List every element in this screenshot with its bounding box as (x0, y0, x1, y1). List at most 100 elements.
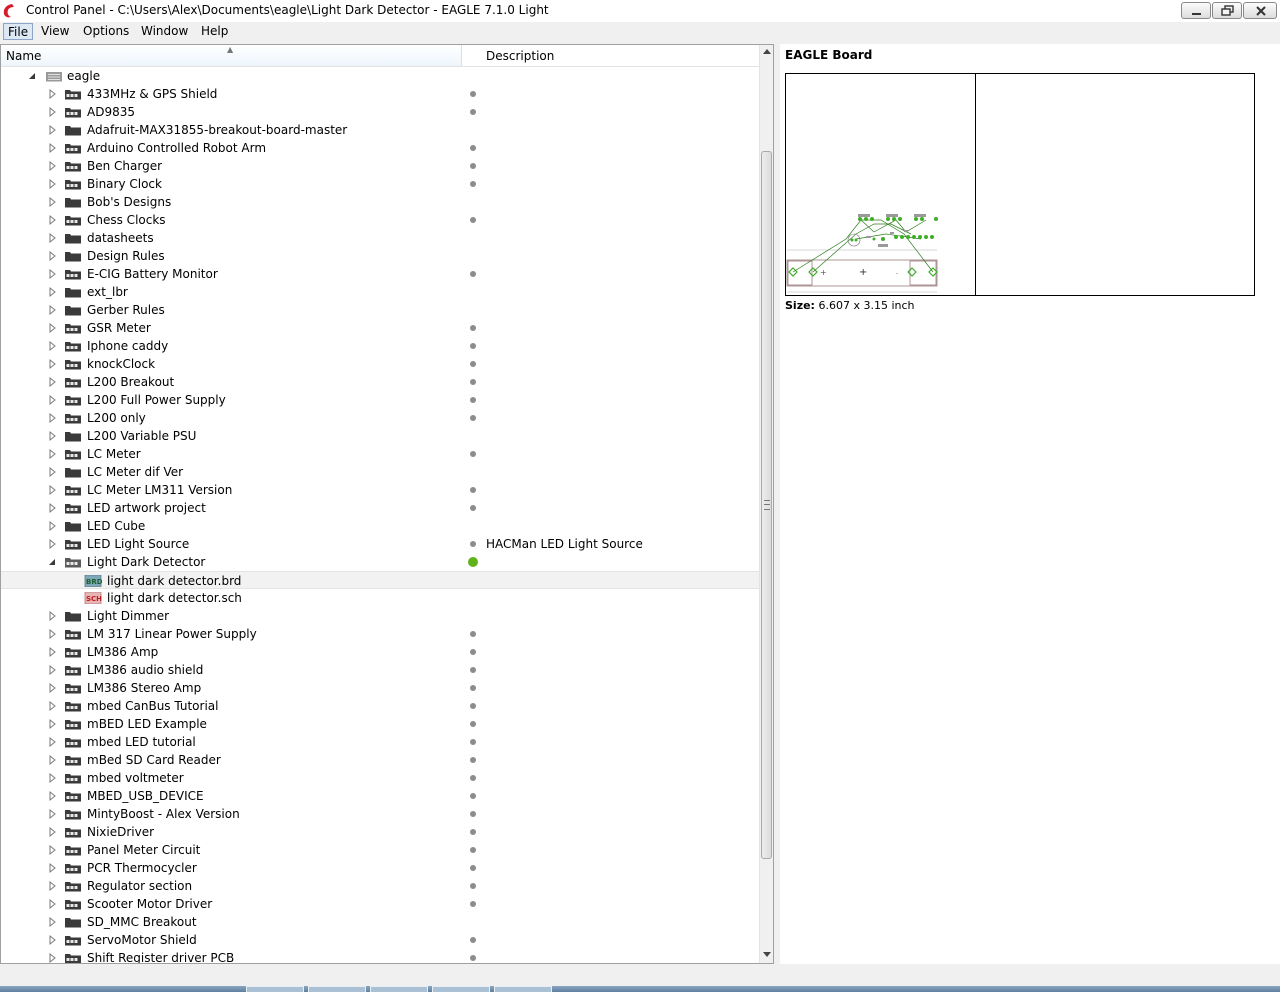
close-button[interactable] (1243, 2, 1277, 19)
collapsed-arrow-icon[interactable] (47, 772, 59, 784)
collapsed-arrow-icon[interactable] (47, 790, 59, 802)
menu-options[interactable]: Options (79, 23, 133, 40)
tree-item[interactable]: mBed SD Card Reader (1, 751, 759, 769)
tree-item[interactable]: GSR Meter (1, 319, 759, 337)
tree-item[interactable]: LM386 audio shield (1, 661, 759, 679)
project-dot[interactable] (470, 163, 476, 169)
minimize-button[interactable] (1181, 2, 1211, 19)
tree-item[interactable]: 433MHz & GPS Shield (1, 85, 759, 103)
collapsed-arrow-icon[interactable] (47, 682, 59, 694)
project-dot[interactable] (470, 829, 476, 835)
tree-item[interactable]: Light Dark Detector (1, 553, 759, 571)
tree-item[interactable]: LED Cube (1, 517, 759, 535)
tree-file-item[interactable]: BRD light dark detector.brd (1, 571, 759, 589)
collapsed-arrow-icon[interactable] (47, 286, 59, 298)
project-dot[interactable] (470, 865, 476, 871)
collapsed-arrow-icon[interactable] (47, 484, 59, 496)
collapsed-arrow-icon[interactable] (47, 466, 59, 478)
collapsed-arrow-icon[interactable] (47, 916, 59, 928)
tree-item[interactable]: Panel Meter Circuit (1, 841, 759, 859)
collapsed-arrow-icon[interactable] (47, 358, 59, 370)
collapsed-arrow-icon[interactable] (47, 700, 59, 712)
restore-button[interactable] (1212, 2, 1242, 19)
tree-item[interactable]: ext_lbr (1, 283, 759, 301)
tree-item[interactable]: AD9835 (1, 103, 759, 121)
project-dot[interactable] (470, 811, 476, 817)
collapsed-arrow-icon[interactable] (47, 934, 59, 946)
collapsed-arrow-icon[interactable] (47, 124, 59, 136)
project-dot[interactable] (470, 145, 476, 151)
collapsed-arrow-icon[interactable] (47, 628, 59, 640)
project-dot[interactable] (470, 109, 476, 115)
tree-item[interactable]: LC Meter (1, 445, 759, 463)
collapsed-arrow-icon[interactable] (47, 736, 59, 748)
project-dot[interactable] (470, 937, 476, 943)
expanded-arrow-icon[interactable] (27, 70, 39, 82)
collapsed-arrow-icon[interactable] (47, 304, 59, 316)
collapsed-arrow-icon[interactable] (47, 412, 59, 424)
collapsed-arrow-icon[interactable] (47, 520, 59, 532)
project-dot[interactable] (470, 343, 476, 349)
collapsed-arrow-icon[interactable] (47, 880, 59, 892)
tree-item[interactable]: mbed voltmeter (1, 769, 759, 787)
tree-item[interactable]: knockClock (1, 355, 759, 373)
tree-item[interactable]: LC Meter LM311 Version (1, 481, 759, 499)
tree-item[interactable]: Light Dimmer (1, 607, 759, 625)
tree-item[interactable]: Ben Charger (1, 157, 759, 175)
collapsed-arrow-icon[interactable] (47, 88, 59, 100)
collapsed-arrow-icon[interactable] (47, 646, 59, 658)
project-dot[interactable] (470, 667, 476, 673)
collapsed-arrow-icon[interactable] (47, 214, 59, 226)
project-dot[interactable] (470, 703, 476, 709)
tree-root[interactable]: eagle (1, 67, 759, 85)
tree-item[interactable]: mbed CanBus Tutorial (1, 697, 759, 715)
project-dot[interactable] (470, 487, 476, 493)
tree-item[interactable]: Chess Clocks (1, 211, 759, 229)
tree-item[interactable]: LM386 Amp (1, 643, 759, 661)
tree-item[interactable]: MBED_USB_DEVICE (1, 787, 759, 805)
tree-item[interactable]: L200 only (1, 409, 759, 427)
project-dot[interactable] (470, 505, 476, 511)
tree-item[interactable]: Shift Register driver PCB (1, 949, 759, 963)
collapsed-arrow-icon[interactable] (47, 844, 59, 856)
project-dot[interactable] (470, 451, 476, 457)
expanded-arrow-icon[interactable] (47, 556, 59, 568)
taskbar-button[interactable] (370, 986, 428, 992)
scroll-thumb[interactable] (761, 151, 772, 859)
tree-item[interactable]: LC Meter dif Ver (1, 463, 759, 481)
project-dot[interactable] (470, 379, 476, 385)
project-dot[interactable] (470, 721, 476, 727)
collapsed-arrow-icon[interactable] (47, 610, 59, 622)
tree-item[interactable]: Binary Clock (1, 175, 759, 193)
scroll-down-icon[interactable] (763, 952, 771, 957)
tree-file-item[interactable]: SCH light dark detector.sch (1, 589, 759, 607)
tree-item[interactable]: Regulator section (1, 877, 759, 895)
project-dot[interactable] (470, 847, 476, 853)
project-dot[interactable] (470, 631, 476, 637)
collapsed-arrow-icon[interactable] (47, 952, 59, 963)
tree-item[interactable]: Arduino Controlled Robot Arm (1, 139, 759, 157)
collapsed-arrow-icon[interactable] (47, 862, 59, 874)
collapsed-arrow-icon[interactable] (47, 502, 59, 514)
tree-item[interactable]: LED Light Source HACMan LED Light Source (1, 535, 759, 553)
collapsed-arrow-icon[interactable] (47, 178, 59, 190)
collapsed-arrow-icon[interactable] (47, 250, 59, 262)
tree-item[interactable]: LM 317 Linear Power Supply (1, 625, 759, 643)
collapsed-arrow-icon[interactable] (47, 394, 59, 406)
project-dot[interactable] (470, 955, 476, 961)
tree-item[interactable]: SD_MMC Breakout (1, 913, 759, 931)
project-dot[interactable] (470, 541, 476, 547)
project-dot[interactable] (470, 901, 476, 907)
menu-window[interactable]: Window (137, 23, 192, 40)
project-dot[interactable] (470, 685, 476, 691)
project-dot[interactable] (470, 883, 476, 889)
project-dot[interactable] (470, 757, 476, 763)
collapsed-arrow-icon[interactable] (47, 322, 59, 334)
collapsed-arrow-icon[interactable] (47, 106, 59, 118)
vertical-scrollbar[interactable] (759, 45, 773, 963)
tree-item[interactable]: L200 Breakout (1, 373, 759, 391)
scroll-up-icon[interactable] (763, 49, 771, 54)
tree-item[interactable]: ServoMotor Shield (1, 931, 759, 949)
menu-view[interactable]: View (37, 23, 73, 40)
collapsed-arrow-icon[interactable] (47, 808, 59, 820)
